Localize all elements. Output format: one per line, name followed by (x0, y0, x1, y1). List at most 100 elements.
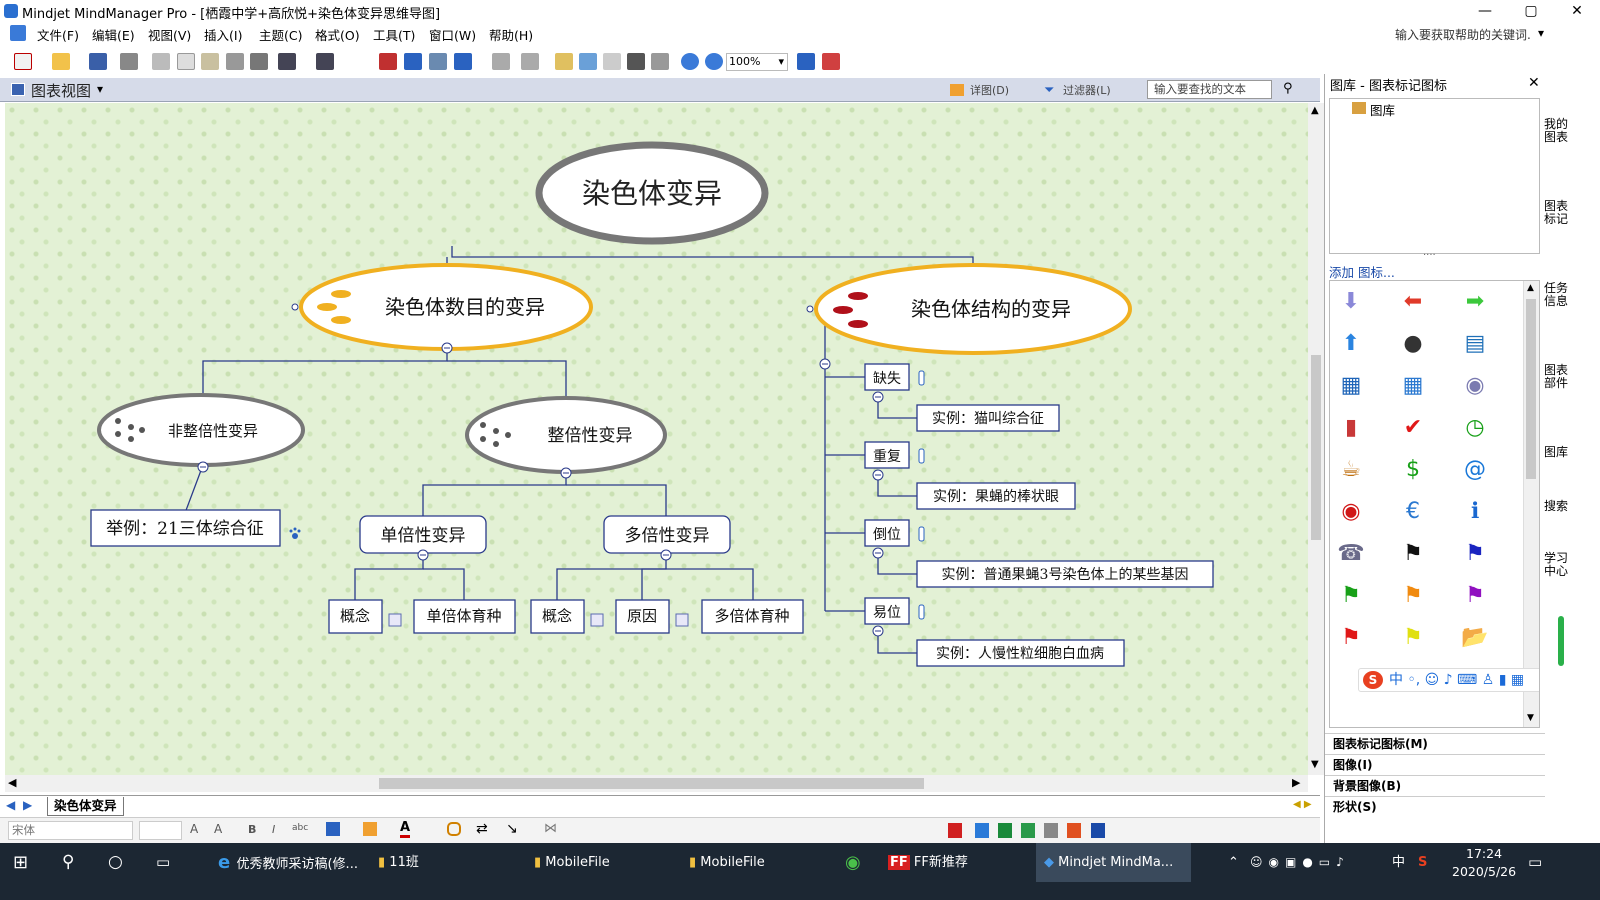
print-icon[interactable] (120, 53, 138, 70)
tabs-scroll-icon[interactable]: ◀ ▶ (1293, 799, 1312, 810)
italic-icon[interactable]: I (272, 823, 275, 836)
zoom-select[interactable]: 100% ▾ (726, 53, 788, 71)
library-tree-item[interactable]: 图库 (1370, 100, 1395, 119)
export-ppt-icon[interactable] (1067, 823, 1081, 838)
purple-flag-icon[interactable]: ⚑ (1460, 581, 1490, 611)
export-pdf-icon[interactable] (948, 823, 962, 838)
insert-topic-icon[interactable] (379, 53, 397, 70)
side-tab-library[interactable]: 图库 (1544, 446, 1568, 459)
dollar-icon[interactable]: $ (1398, 455, 1428, 485)
leaf-polyploid-concept[interactable]: 概念 (530, 599, 604, 634)
structure-item-translocation[interactable]: 易位 实例：人慢性粒细胞白血病 (864, 597, 1125, 667)
zoom-out-icon[interactable] (705, 53, 723, 70)
clock-date[interactable]: 2020/5/26 (1452, 864, 1516, 879)
new-icon[interactable] (14, 53, 32, 70)
sheet-tab[interactable]: 染色体变异 (47, 797, 124, 816)
menu-insert[interactable]: 插入(I) (204, 25, 242, 44)
search-icon[interactable]: ⚲ (62, 843, 74, 882)
scroll-down-icon[interactable]: ▼ (1311, 759, 1319, 770)
copy-icon[interactable] (177, 53, 195, 70)
side-tab-learning[interactable]: 学习中心 (1544, 552, 1568, 578)
folder-icon[interactable]: 📂 (1460, 623, 1490, 653)
coffee-icon[interactable]: ☕ (1336, 455, 1366, 485)
tab-prev-icon[interactable]: ◀ (6, 798, 15, 812)
save-icon[interactable] (89, 53, 107, 70)
taskbar-item-folder-2[interactable]: ▮ MobileFile (534, 843, 679, 882)
image-icon[interactable] (579, 53, 597, 70)
bomb-icon[interactable]: ● (1398, 329, 1428, 359)
paste-icon[interactable] (201, 53, 219, 70)
structure-icon[interactable]: ⋈ (544, 821, 557, 836)
calendar-icon[interactable]: ▦ (1398, 371, 1428, 401)
tab-next-icon[interactable]: ▶ (23, 798, 32, 812)
hyperlink-icon[interactable] (627, 53, 645, 70)
align-icon[interactable]: ⇄ (476, 821, 488, 837)
shrink-font-icon[interactable]: A (214, 822, 222, 836)
panel-resize-handle[interactable] (1558, 616, 1564, 666)
expand-icon[interactable] (822, 53, 840, 70)
export-word-icon[interactable] (1091, 823, 1105, 838)
strikethrough-icon[interactable]: abc (292, 823, 308, 833)
filter-button[interactable]: 过滤器(L) (1063, 82, 1111, 98)
menu-file[interactable]: 文件(F) (37, 25, 79, 44)
menu-edit[interactable]: 编辑(E) (92, 25, 135, 44)
book-icon[interactable]: ▤ (1460, 329, 1490, 359)
at-icon[interactable]: @ (1460, 455, 1490, 485)
splitter-handle[interactable]: ···· (1423, 250, 1436, 261)
taskbar-item-folder-3[interactable]: ▮ MobileFile (689, 843, 834, 882)
tray-icons[interactable]: ☺◉▣●▭♪ (1250, 843, 1350, 882)
orange-flag-icon[interactable]: ⚑ (1398, 581, 1428, 611)
cut-icon[interactable] (152, 53, 170, 70)
callout-icon[interactable] (429, 53, 447, 70)
fill-color-icon[interactable] (363, 822, 377, 836)
section-shapes[interactable]: 形状(S) (1325, 796, 1545, 816)
structure-item-duplication[interactable]: 重复 实例：果蝇的棒状眼 (864, 441, 1076, 510)
arrow-down-icon[interactable]: ⬇ (1336, 287, 1366, 317)
taskbar-item-mindmanager[interactable]: ◆ Mindjet MindMa... (1036, 843, 1191, 882)
leaf-haploid-breeding[interactable]: 单倍体育种 (413, 599, 516, 634)
euro-icon[interactable]: € (1398, 497, 1428, 527)
scroll-left-icon[interactable]: ◀ (8, 776, 16, 789)
record-icon[interactable]: ◉ (1336, 497, 1366, 527)
root-topic[interactable]: 染色体变异 (535, 141, 769, 245)
export-excel-icon[interactable] (998, 823, 1012, 838)
balance-icon[interactable] (521, 53, 539, 70)
export-ie-icon[interactable] (975, 823, 989, 838)
close-button[interactable]: ✕ (1554, 0, 1600, 22)
zoom-in-icon[interactable] (681, 53, 699, 70)
arrow-right-icon[interactable]: ➡ (1460, 287, 1490, 317)
search-text-input[interactable]: 输入要查找的文本 (1147, 80, 1272, 99)
yellow-flag-icon[interactable]: ⚑ (1398, 623, 1428, 653)
scroll-up-icon[interactable]: ▲ (1527, 283, 1534, 293)
vertical-scrollbar[interactable]: ▲ ▼ (1308, 103, 1324, 775)
leaf-haploid-concept[interactable]: 概念 (328, 599, 402, 634)
info-icon[interactable]: ℹ (1460, 497, 1490, 527)
main-topic-number[interactable]: 染色体数目的变异 (299, 263, 593, 351)
layout-icon[interactable] (492, 53, 510, 70)
side-tab-task-info[interactable]: 任务信息 (1544, 282, 1568, 308)
minimize-button[interactable]: — (1462, 0, 1508, 22)
start-icon[interactable]: ⊞ (13, 843, 28, 882)
attachment-icon[interactable] (603, 53, 621, 70)
open-icon[interactable] (52, 53, 70, 70)
section-backgrounds[interactable]: 背景图像(B) (1325, 775, 1545, 795)
green-flag-icon[interactable]: ⚑ (1336, 581, 1366, 611)
red-flag-icon[interactable]: ⚑ (1336, 623, 1366, 653)
menu-view[interactable]: 视图(V) (148, 25, 191, 44)
help-dropdown-icon[interactable]: ▾ (1538, 26, 1544, 40)
view-dropdown-icon[interactable]: ▾ (97, 82, 103, 96)
phone-book-icon[interactable]: ▦ (1336, 371, 1366, 401)
structure-item-deletion[interactable]: 缺失 实例：猫叫综合征 (864, 363, 1060, 432)
menu-window[interactable]: 窗口(W) (429, 25, 476, 44)
taskbar-app-green-icon[interactable]: ◉ (845, 843, 861, 882)
undo-icon[interactable] (278, 53, 296, 70)
mindmap-canvas[interactable]: 染色体变异 染色体数目的变异 染色体结构的变异 非整倍性变异 整倍性变异 举例：… (5, 103, 1308, 775)
shape-icon[interactable] (447, 822, 461, 836)
detail-button[interactable]: 详图(D) (970, 82, 1009, 98)
menu-tools[interactable]: 工具(T) (373, 25, 415, 44)
arrow-left-icon[interactable]: ⬅ (1398, 287, 1428, 317)
scroll-thumb[interactable] (1526, 299, 1536, 479)
menu-topic[interactable]: 主题(C) (259, 25, 302, 44)
leaf-polyploid-cause[interactable]: 原因 (615, 599, 689, 634)
ime-toolbar[interactable]: S 中 ◦, ☺ ♪ ⌨ ♙ ▮ ▦ (1358, 668, 1539, 692)
